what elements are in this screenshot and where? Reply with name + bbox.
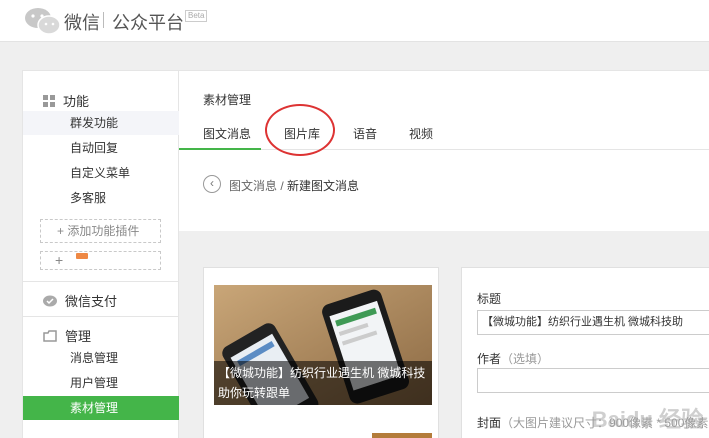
- breadcrumb-separator: /: [277, 179, 288, 193]
- tab-video[interactable]: 视频: [409, 125, 433, 142]
- sidebar-item-messages[interactable]: 消息管理: [23, 346, 179, 370]
- title-label: 标题: [477, 292, 502, 306]
- sidebar-group-function: 功能: [43, 91, 89, 110]
- sidebar-item-users[interactable]: 用户管理: [23, 371, 179, 395]
- brand-name: 微信: [64, 13, 100, 33]
- article-caption: 【微城功能】纺织行业遇生机 微城科技助你玩转跟单: [214, 361, 432, 405]
- sidebar-group-label: 管理: [65, 329, 92, 344]
- author-hint: （选填）: [501, 352, 550, 366]
- author-label-text: 作者: [477, 352, 502, 366]
- tab-active-indicator: [179, 148, 261, 150]
- sidebar-divider: [23, 316, 179, 317]
- breadcrumb: 图文消息 / 新建图文消息: [229, 177, 359, 194]
- baidu-watermark: Baidu 经验: [591, 407, 703, 432]
- wechat-pay-icon: [43, 295, 57, 306]
- title-input[interactable]: 【微城功能】纺织行业遇生机 微城科技助: [477, 310, 709, 335]
- main-content: 素材管理 图文消息 图片库 语音 视频 ‹ 图文消息 / 新建图文消息 【微城功…: [179, 71, 709, 438]
- sidebar-item-mass-send[interactable]: 群发功能: [23, 111, 179, 135]
- tab-news[interactable]: 图文消息: [203, 125, 251, 142]
- sidebar-group-pay[interactable]: 微信支付: [43, 291, 117, 310]
- sidebar-group-label: 微信支付: [65, 294, 118, 309]
- second-article-thumbnail: [372, 433, 432, 438]
- author-input[interactable]: [477, 368, 709, 393]
- sidebar-item-customer-service[interactable]: 多客服: [23, 186, 179, 210]
- brand-divider: [103, 12, 104, 28]
- sidebar-item-custom-menu[interactable]: 自定义菜单: [23, 161, 179, 185]
- new-badge: [76, 253, 88, 259]
- beta-badge: Beta: [185, 10, 208, 22]
- brand-subtitle: 公众平台: [112, 13, 184, 33]
- sidebar: 功能 群发功能 自动回复 自定义菜单 多客服 + 添加功能插件 + 微信支付 管…: [23, 71, 179, 438]
- wechat-logo-icon: [25, 8, 61, 35]
- sidebar-item-auto-reply[interactable]: 自动回复: [23, 136, 179, 160]
- author-label: 作者（选填）: [477, 350, 549, 367]
- tab-bar: 图文消息 图片库 语音 视频: [179, 120, 709, 150]
- sidebar-divider: [23, 281, 179, 282]
- article-cover-image: 【微城功能】纺织行业遇生机 微城科技助你玩转跟单: [214, 285, 432, 405]
- breadcrumb-current: 新建图文消息: [287, 179, 360, 193]
- sidebar-item-materials[interactable]: 素材管理: [23, 396, 179, 420]
- back-arrow-icon[interactable]: ‹: [203, 175, 221, 193]
- grid-icon: [43, 94, 55, 107]
- page-title: 素材管理: [203, 93, 252, 107]
- sidebar-group-manage: 管理: [43, 326, 91, 345]
- highlight-circle-annotation: [265, 104, 335, 156]
- article-preview-card[interactable]: 【微城功能】纺织行业遇生机 微城科技助你玩转跟单: [203, 267, 439, 438]
- tab-voice[interactable]: 语音: [353, 125, 377, 142]
- add-plugin-plus-button[interactable]: +: [40, 251, 161, 270]
- folder-icon: [43, 329, 57, 342]
- add-plugin-button[interactable]: + 添加功能插件: [40, 219, 161, 243]
- sidebar-group-label: 功能: [63, 94, 90, 109]
- cover-label-text: 封面: [477, 416, 502, 430]
- top-header: 微信 公众平台 Beta: [0, 0, 709, 42]
- main-panel: 功能 群发功能 自动回复 自定义菜单 多客服 + 添加功能插件 + 微信支付 管…: [22, 70, 709, 438]
- breadcrumb-parent-link[interactable]: 图文消息: [229, 179, 277, 193]
